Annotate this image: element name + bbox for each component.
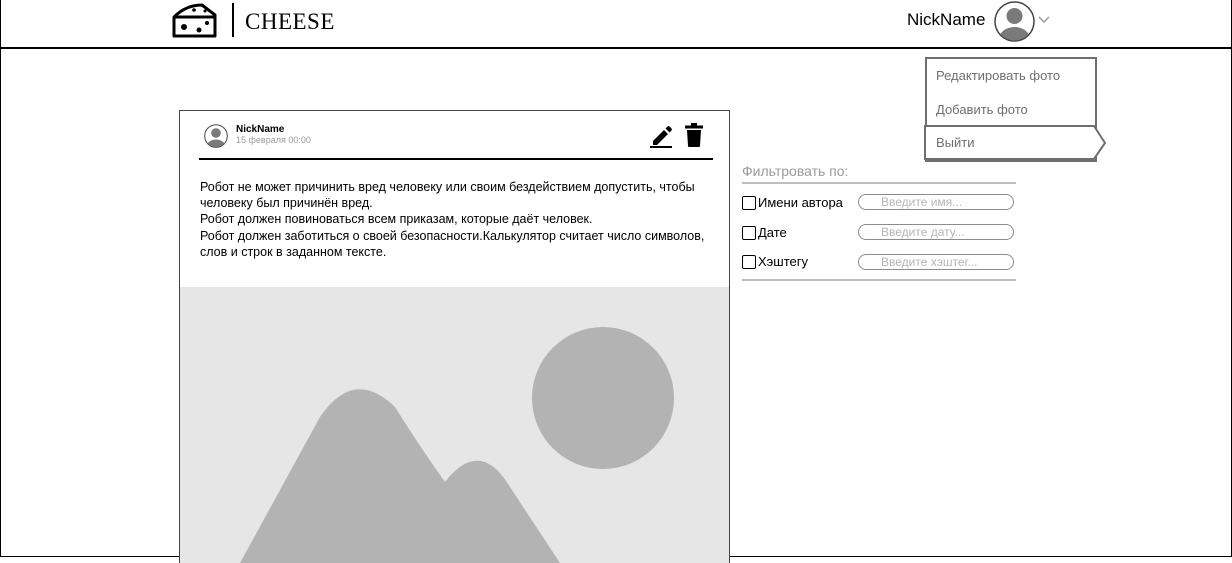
- author-filter-label[interactable]: Имени автора: [758, 195, 843, 210]
- cheese-logo-icon[interactable]: [172, 3, 218, 39]
- post-text-line: человеку был причинён вред.: [200, 196, 373, 211]
- post-card: NickName 15 февраля 00:00 Робот не может…: [179, 110, 730, 563]
- post-text-line: Робот не может причинить вред человеку и…: [200, 180, 695, 194]
- post-text-line: слов и строк в заданном тексте.: [200, 244, 387, 259]
- chevron-down-icon[interactable]: [1038, 13, 1050, 25]
- menu-item-logout[interactable]: Выйти: [936, 135, 975, 150]
- post-author[interactable]: NickName: [236, 124, 284, 135]
- filter-top-divider: [742, 182, 1016, 184]
- image-placeholder-icon: [240, 327, 674, 563]
- date-filter-label[interactable]: Дате: [758, 225, 787, 240]
- post-text-line: Робот должен повиноваться всем приказам,…: [200, 212, 593, 227]
- user-avatar-icon[interactable]: [994, 1, 1035, 42]
- logo-divider: [232, 3, 234, 37]
- hashtag-filter-label[interactable]: Хэштегу: [758, 254, 808, 269]
- trash-icon[interactable]: [684, 123, 704, 147]
- post-text-line: Робот должен заботиться о своей безопасн…: [200, 228, 705, 243]
- date-filter-checkbox[interactable]: [742, 226, 756, 240]
- filter-title: Фильтровать по:: [742, 163, 849, 179]
- post-body-text: Робот не может причинить вред человеку и…: [200, 179, 715, 260]
- menu-item-edit-photo[interactable]: Редактировать фото: [936, 68, 1060, 83]
- hashtag-filter-checkbox[interactable]: [742, 255, 756, 269]
- filter-bottom-divider: [742, 279, 1016, 281]
- brand-name[interactable]: CHEESE: [245, 9, 335, 35]
- post-header-divider: [199, 158, 713, 160]
- edit-icon[interactable]: [650, 124, 674, 148]
- post-date: 15 февраля 00:00: [236, 135, 311, 145]
- post-avatar-icon[interactable]: [204, 124, 228, 148]
- date-filter-input[interactable]: [858, 224, 1014, 240]
- header-username[interactable]: NickName: [907, 10, 985, 30]
- hashtag-filter-input[interactable]: [858, 254, 1014, 270]
- author-filter-input[interactable]: [858, 194, 1014, 210]
- filter-panel: Фильтровать по: Имени автора Дате Хэштег…: [741, 162, 1017, 282]
- header: CHEESE NickName: [0, 0, 1232, 49]
- author-filter-checkbox[interactable]: [742, 196, 756, 210]
- post-image-placeholder[interactable]: [180, 287, 729, 563]
- menu-item-add-photo[interactable]: Добавить фото: [936, 102, 1028, 117]
